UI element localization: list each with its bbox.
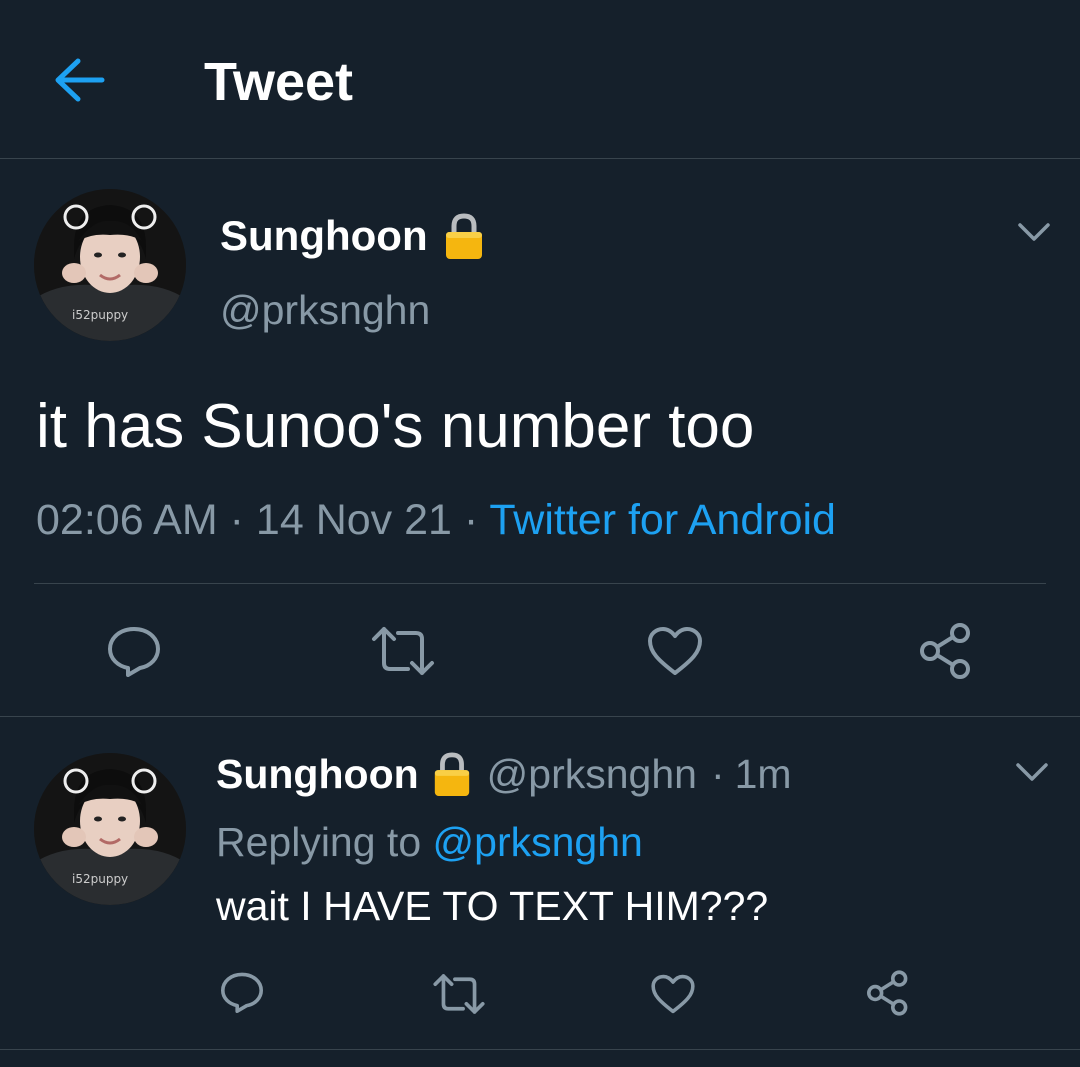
- author-handle[interactable]: @prksnghn: [220, 285, 430, 335]
- reply-icon: [221, 972, 263, 1013]
- tweet-detail-screen: Tweet i52puppy Sunghoon @prksnghn it has…: [0, 0, 1080, 1067]
- page-title: Tweet: [204, 52, 354, 112]
- author-display-name[interactable]: Sunghoon: [216, 749, 419, 799]
- tweet-time: 02:06 AM: [36, 496, 218, 544]
- back-button[interactable]: [52, 55, 106, 105]
- tweet-meta: 02:06 AM · 14 Nov 21 · Twitter for Andro…: [36, 493, 836, 547]
- tweet-text: it has Sunoo's number too: [36, 392, 755, 461]
- retweet-button[interactable]: [432, 971, 486, 1022]
- top-app-bar: Tweet: [0, 0, 1080, 159]
- tweet-source-link[interactable]: Twitter for Android: [489, 496, 836, 544]
- author-handle[interactable]: @prksnghn: [487, 749, 697, 799]
- meta-separator: ·: [710, 751, 725, 797]
- lock-icon: [442, 211, 486, 261]
- avatar-watermark: i52puppy: [72, 308, 128, 322]
- retweet-button[interactable]: [370, 623, 436, 684]
- retweet-icon: [372, 627, 434, 675]
- meta-separator: ·: [229, 496, 244, 544]
- tweet-text: wait I HAVE TO TEXT HIM???: [216, 883, 769, 929]
- divider: [34, 583, 1046, 584]
- like-icon: [648, 627, 702, 675]
- avatar-photo: i52puppy: [34, 189, 186, 341]
- chevron-down-icon: [1018, 223, 1050, 241]
- main-tweet: i52puppy Sunghoon @prksnghn it has Sunoo…: [0, 159, 1080, 717]
- tweet-menu-button[interactable]: [1014, 217, 1054, 247]
- tweet-menu-button[interactable]: [1012, 757, 1052, 787]
- replying-to: Replying to @prksnghn: [216, 817, 643, 867]
- arrow-left-icon: [55, 58, 105, 102]
- meta-separator: ·: [463, 496, 479, 544]
- retweet-icon: [433, 974, 485, 1014]
- share-icon: [867, 970, 908, 1016]
- chevron-down-icon: [1016, 763, 1048, 781]
- tweet-date: 14 Nov 21: [255, 496, 452, 544]
- author-name-row[interactable]: Sunghoon: [220, 211, 486, 261]
- share-button[interactable]: [916, 621, 976, 686]
- reply-icon: [108, 627, 160, 677]
- author-display-name[interactable]: Sunghoon: [220, 211, 428, 261]
- reply-button[interactable]: [104, 623, 164, 684]
- share-button[interactable]: [864, 969, 912, 1022]
- reply-tweet[interactable]: i52puppy Sunghoon @prksnghn · 1m Replyin…: [0, 717, 1080, 1050]
- lock-icon: [431, 750, 473, 798]
- tweet-age: 1m: [734, 751, 792, 797]
- avatar[interactable]: i52puppy: [34, 753, 186, 905]
- avatar[interactable]: i52puppy: [34, 189, 186, 341]
- replying-to-handle-link[interactable]: @prksnghn: [433, 819, 643, 865]
- replying-to-label: Replying to: [216, 819, 422, 865]
- avatar-watermark: i52puppy: [72, 872, 128, 886]
- like-icon: [651, 974, 695, 1014]
- avatar-photo: i52puppy: [34, 753, 186, 905]
- reply-button[interactable]: [218, 969, 266, 1020]
- like-button[interactable]: [650, 973, 696, 1020]
- share-icon: [920, 623, 970, 679]
- like-button[interactable]: [646, 625, 704, 682]
- reply-author-row: Sunghoon @prksnghn · 1m: [216, 749, 792, 799]
